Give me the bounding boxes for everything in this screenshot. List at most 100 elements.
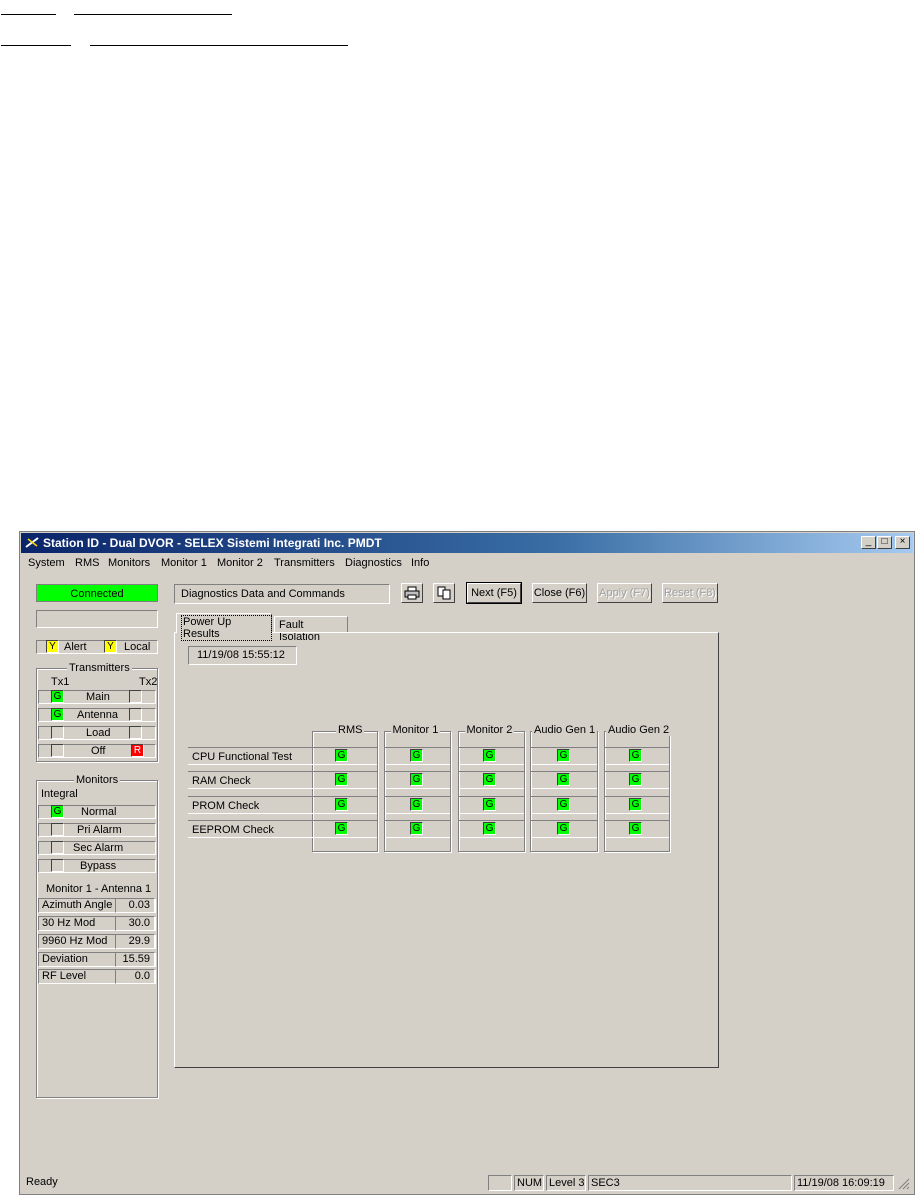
tx1-main-led: G bbox=[51, 690, 64, 703]
result-status-led: G bbox=[629, 798, 642, 811]
result-status-led: G bbox=[410, 798, 423, 811]
monitor-bypass-label: Bypass bbox=[80, 860, 117, 872]
doc-underline-2a bbox=[1, 45, 71, 46]
result-status-led: G bbox=[483, 822, 496, 835]
deviation-label: Deviation bbox=[42, 953, 88, 965]
tx1-load-led bbox=[51, 726, 64, 739]
window-title: Station ID - Dual DVOR - SELEX Sistemi I… bbox=[43, 536, 382, 550]
monitor-sec-alarm-label: Sec Alarm bbox=[73, 842, 124, 854]
tx2-off-led: R bbox=[131, 744, 144, 757]
result-status-led: G bbox=[335, 773, 348, 786]
result-status-led: G bbox=[483, 798, 496, 811]
results-column-header: RMS bbox=[336, 724, 365, 736]
mod9960-value: 29.9 bbox=[115, 934, 155, 949]
status-level: Level 3 bbox=[546, 1175, 586, 1191]
monitor-antenna-section: Monitor 1 - Antenna 1 bbox=[46, 883, 152, 895]
results-row-label: EEPROM Check bbox=[188, 820, 326, 838]
result-status-led: G bbox=[335, 798, 348, 811]
resize-grip-icon[interactable] bbox=[898, 1178, 910, 1190]
tx1-off-led bbox=[51, 744, 64, 757]
mod30-value: 30.0 bbox=[115, 916, 155, 931]
result-status-led: G bbox=[557, 822, 570, 835]
next-button[interactable]: Next (F5) bbox=[466, 582, 522, 604]
app-icon bbox=[25, 537, 39, 548]
apply-button[interactable]: Apply (F7) bbox=[597, 583, 652, 603]
status-ready: Ready bbox=[26, 1176, 58, 1188]
copy-icon bbox=[437, 586, 451, 600]
close-window-button[interactable]: × bbox=[895, 536, 910, 549]
result-status-led: G bbox=[557, 773, 570, 786]
integral-label: Integral bbox=[41, 788, 78, 800]
result-status-led: G bbox=[410, 822, 423, 835]
minimize-button[interactable]: _ bbox=[861, 536, 876, 549]
status-blank bbox=[488, 1175, 512, 1191]
tx-antenna-label: Antenna bbox=[77, 709, 118, 721]
menu-transmitters[interactable]: Transmitters bbox=[274, 557, 335, 569]
result-status-led: G bbox=[335, 822, 348, 835]
doc-underline-2b bbox=[90, 45, 348, 46]
menu-info[interactable]: Info bbox=[411, 557, 429, 569]
results-row-label: RAM Check bbox=[188, 771, 326, 789]
result-status-led: G bbox=[410, 773, 423, 786]
result-status-led: G bbox=[335, 749, 348, 762]
azimuth-label: Azimuth Angle bbox=[42, 899, 113, 911]
menu-system[interactable]: System bbox=[28, 557, 65, 569]
rf-level-value: 0.0 bbox=[115, 969, 155, 984]
monitor-bypass-led bbox=[51, 859, 64, 872]
status-num: NUM bbox=[514, 1175, 544, 1191]
menu-monitor-1[interactable]: Monitor 1 bbox=[161, 557, 207, 569]
results-row-label: PROM Check bbox=[188, 796, 326, 814]
result-status-led: G bbox=[629, 749, 642, 762]
close-button[interactable]: Close (F6) bbox=[532, 583, 587, 603]
menu-bar: System RMS Monitors Monitor 1 Monitor 2 … bbox=[22, 554, 912, 572]
results-timestamp: 11/19/08 15:55:12 bbox=[188, 646, 297, 665]
mod9960-label: 9960 Hz Mod bbox=[42, 935, 108, 947]
result-status-led: G bbox=[557, 798, 570, 811]
reset-button[interactable]: Reset (F8) bbox=[662, 583, 718, 603]
monitor-pri-alarm-label: Pri Alarm bbox=[77, 824, 122, 836]
results-column-header: Monitor 2 bbox=[464, 724, 515, 736]
copy-button[interactable] bbox=[433, 583, 455, 603]
results-column-header: Monitor 1 bbox=[390, 724, 441, 736]
results-column-header: Audio Gen 1 bbox=[532, 724, 598, 736]
menu-diagnostics[interactable]: Diagnostics bbox=[345, 557, 402, 569]
tx-main-label: Main bbox=[86, 691, 110, 703]
tx2-label: Tx2 bbox=[139, 676, 158, 688]
tab-power-up-results[interactable]: Power Up Results bbox=[176, 613, 272, 641]
doc-underline-1b bbox=[74, 14, 232, 15]
tx1-antenna-led: G bbox=[51, 708, 64, 721]
tx1-label: Tx1 bbox=[51, 676, 70, 688]
monitor-normal-led: G bbox=[51, 805, 64, 818]
tab-fault-isolation[interactable]: Fault Isolation bbox=[274, 616, 348, 643]
local-label: Local bbox=[124, 641, 151, 653]
menu-monitors[interactable]: Monitors bbox=[108, 557, 150, 569]
connection-status: Connected bbox=[36, 584, 158, 602]
result-status-led: G bbox=[410, 749, 423, 762]
monitor-sec-alarm-led bbox=[51, 841, 64, 854]
deviation-value: 15.59 bbox=[115, 952, 155, 967]
result-status-led: G bbox=[629, 822, 642, 835]
menu-rms[interactable]: RMS bbox=[75, 557, 99, 569]
azimuth-value: 0.03 bbox=[115, 898, 155, 913]
status-datetime: 11/19/08 16:09:19 bbox=[794, 1175, 894, 1191]
menu-monitor-2[interactable]: Monitor 2 bbox=[217, 557, 263, 569]
status-sec: SEC3 bbox=[588, 1175, 792, 1191]
alert-led: Y bbox=[46, 640, 59, 653]
tx-load-label: Load bbox=[86, 727, 111, 739]
result-status-led: G bbox=[483, 749, 496, 762]
monitor-pri-alarm-led bbox=[51, 823, 64, 836]
title-bar[interactable]: Station ID - Dual DVOR - SELEX Sistemi I… bbox=[21, 533, 913, 553]
tx2-main-led bbox=[129, 690, 142, 703]
alert-label: Alert bbox=[64, 641, 87, 653]
mod30-label: 30 Hz Mod bbox=[42, 917, 96, 929]
transmitters-title: Transmitters bbox=[67, 662, 132, 674]
monitor-normal-label: Normal bbox=[81, 806, 117, 818]
print-button[interactable] bbox=[401, 583, 423, 603]
printer-icon bbox=[404, 586, 420, 600]
app-window: Station ID - Dual DVOR - SELEX Sistemi I… bbox=[19, 531, 915, 1195]
status-bar: Ready NUM Level 3 SEC3 11/19/08 16:09:19 bbox=[22, 1174, 912, 1192]
panel-title: Diagnostics Data and Commands bbox=[174, 584, 390, 604]
maximize-button[interactable]: □ bbox=[877, 536, 892, 549]
tx2-load-led bbox=[129, 726, 142, 739]
monitors-title: Monitors bbox=[74, 774, 121, 786]
